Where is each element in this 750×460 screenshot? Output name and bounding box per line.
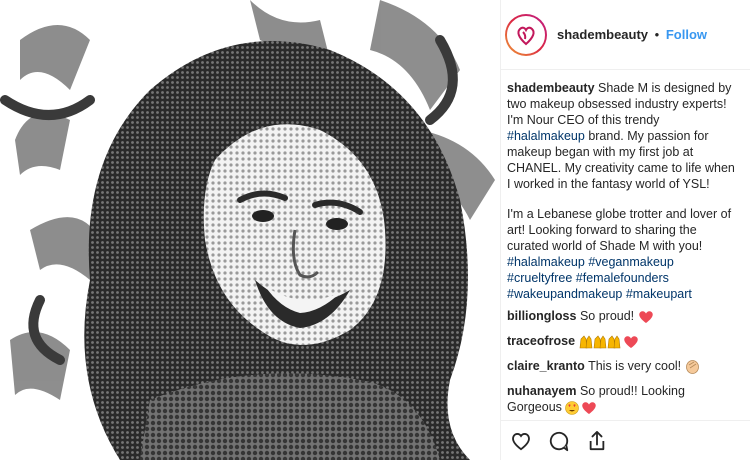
- caption-paragraph-2: I'm a Lebanese globe trotter and lover o…: [507, 207, 732, 253]
- hashtag-link[interactable]: #veganmakeup: [588, 255, 673, 269]
- post-sidebar: shadembeauty • Follow shadembeauty Shade…: [500, 0, 750, 460]
- post-header: shadembeauty • Follow: [501, 0, 750, 70]
- hashtag-link[interactable]: #femalefounders: [576, 271, 669, 285]
- post-actions: [501, 420, 750, 460]
- portrait-photo: [0, 0, 500, 460]
- share-icon: [589, 430, 605, 450]
- post-image[interactable]: [0, 0, 500, 460]
- heart-eyes-emoji-icon: [565, 401, 597, 415]
- comment-button[interactable]: [547, 429, 571, 453]
- share-button[interactable]: [585, 429, 609, 453]
- brand-logo-icon: [517, 26, 535, 45]
- avatar[interactable]: [505, 13, 547, 56]
- hashtag-link[interactable]: #wakeupandmakeup: [507, 287, 622, 301]
- comments-section: shadembeauty Shade M is designed by two …: [501, 70, 750, 420]
- comment-item: claire_kranto This is very cool!: [507, 358, 740, 375]
- header-username[interactable]: shadembeauty: [557, 27, 648, 42]
- comment-icon: [549, 431, 569, 451]
- comment-text: This is very cool!: [588, 359, 682, 373]
- comment-item: nuhanayem So proud!! Looking Gorgeous: [507, 383, 740, 415]
- heart-emoji-icon: [638, 310, 653, 323]
- comment-text: So proud!: [579, 309, 635, 323]
- caption-hashtag-link[interactable]: #halalmakeup: [507, 129, 585, 143]
- comment-username[interactable]: nuhanayem: [507, 384, 576, 398]
- heart-icon: [512, 432, 530, 450]
- comment-item: billiongloss So proud!: [507, 308, 740, 324]
- like-button[interactable]: [509, 429, 533, 453]
- raised-hands-emoji-icon: [579, 335, 638, 349]
- clap-emoji-icon: [685, 360, 699, 375]
- comment-username[interactable]: billiongloss: [507, 309, 576, 323]
- comment-username[interactable]: traceofrose: [507, 334, 575, 348]
- instagram-post: shadembeauty • Follow shadembeauty Shade…: [0, 0, 750, 460]
- header-separator: •: [654, 27, 660, 42]
- hashtag-link[interactable]: #makeupart: [626, 287, 692, 301]
- post-caption: shadembeauty Shade M is designed by two …: [507, 80, 740, 302]
- follow-button[interactable]: Follow: [666, 27, 707, 42]
- comment-item: traceofrose: [507, 333, 740, 349]
- caption-username[interactable]: shadembeauty: [507, 81, 595, 95]
- hashtag-link[interactable]: #halalmakeup: [507, 255, 585, 269]
- caption-hashtags: #halalmakeup #veganmakeup #crueltyfree #…: [507, 255, 692, 301]
- hashtag-link[interactable]: #crueltyfree: [507, 271, 572, 285]
- comment-username[interactable]: claire_kranto: [507, 359, 585, 373]
